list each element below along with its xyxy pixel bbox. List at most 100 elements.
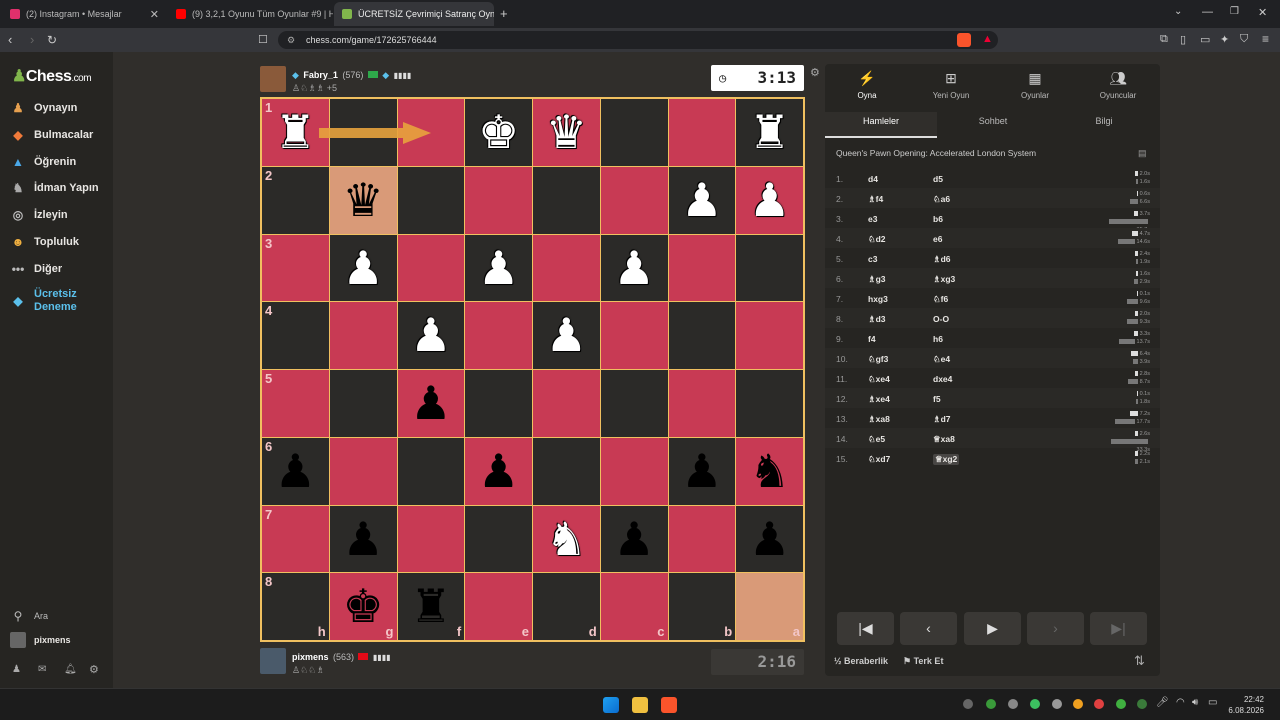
player-name[interactable]: Fabry_1 — [303, 70, 338, 80]
white-pawn[interactable]: ♟ — [614, 235, 655, 301]
system-clock[interactable]: 22:42 6.08.2026 — [1228, 694, 1264, 716]
black-pawn[interactable]: ♟ — [681, 438, 722, 504]
battery-icon[interactable]: ▭ — [1208, 697, 1217, 708]
black-move[interactable]: h6 — [933, 334, 943, 344]
forward-icon[interactable]: › — [30, 32, 34, 48]
black-move[interactable]: ♗d6 — [933, 254, 951, 265]
leo-icon[interactable]: ✦ — [1220, 33, 1229, 46]
menu-icon[interactable]: ≡ — [1262, 32, 1269, 46]
board-square[interactable] — [465, 302, 532, 369]
draw-button[interactable]: ½ Beraberlik — [834, 656, 888, 666]
board-square[interactable] — [600, 370, 668, 437]
black-move[interactable]: b6 — [933, 214, 943, 224]
board-square[interactable] — [465, 505, 532, 573]
windows-start-icon[interactable] — [603, 697, 619, 713]
board-square[interactable]: ♟ — [465, 437, 532, 505]
board-square[interactable]: ♟ — [736, 505, 803, 573]
tab-instagram[interactable]: (2) Instagram • Mesajlar ✕ — [2, 2, 167, 26]
board-square[interactable]: d — [533, 573, 600, 640]
minimize-icon[interactable]: — — [1202, 6, 1213, 18]
board-square[interactable]: ♟ — [736, 166, 803, 234]
tray-icon[interactable] — [986, 699, 996, 709]
sidebar-item-learn[interactable]: ▲ Öğrenin — [10, 154, 76, 170]
white-move[interactable]: hxg3 — [868, 294, 888, 304]
board-square[interactable] — [329, 437, 397, 505]
play-button[interactable]: ▶ — [964, 612, 1021, 645]
resign-button[interactable]: ⚑ Terk Et — [903, 656, 943, 667]
board-square[interactable]: ♟ — [600, 505, 668, 573]
board-square[interactable]: 5 — [262, 370, 329, 437]
board-square[interactable]: ♟ — [329, 234, 397, 302]
black-move[interactable]: e6 — [933, 234, 942, 244]
board-square[interactable] — [600, 166, 668, 234]
board-square[interactable]: ♞ — [736, 437, 803, 505]
tab-play[interactable]: ⚡ Oyna — [825, 70, 909, 100]
last-move-button[interactable]: ▶| — [1090, 612, 1147, 645]
board-square[interactable]: 4 — [262, 302, 329, 369]
sidebar-item-play[interactable]: ♟ Oynayın — [10, 100, 78, 116]
board-square[interactable] — [533, 234, 600, 302]
black-move[interactable]: ♘e4 — [933, 354, 950, 365]
board-square[interactable] — [397, 234, 465, 302]
friends-icon[interactable]: ♟ — [12, 664, 21, 675]
board-square[interactable] — [600, 99, 668, 166]
notifications-icon[interactable]: 🔔︎ — [64, 664, 77, 675]
board-square[interactable] — [736, 234, 803, 302]
black-pawn[interactable]: ♟ — [275, 438, 316, 504]
black-move[interactable]: ♕xg2 — [933, 454, 960, 465]
board-square[interactable]: c — [600, 573, 668, 640]
board-square[interactable] — [668, 99, 736, 166]
volume-icon[interactable]: 🔊︎ — [1192, 697, 1198, 708]
board-square[interactable]: a — [736, 573, 803, 640]
black-move[interactable]: ♗d7 — [933, 414, 951, 425]
first-move-button[interactable]: |◀ — [837, 612, 894, 645]
board-square[interactable] — [600, 437, 668, 505]
black-pawn[interactable]: ♟ — [410, 370, 451, 436]
black-knight[interactable]: ♞ — [749, 438, 790, 504]
tray-icon[interactable] — [963, 699, 973, 709]
board-square[interactable] — [533, 166, 600, 234]
sidebar-item-free-trial[interactable]: ◆ Ücretsiz Deneme — [10, 288, 100, 314]
white-queen[interactable]: ♛ — [546, 99, 587, 165]
black-move[interactable]: ♗xg3 — [933, 274, 955, 285]
board-square[interactable]: ♞ — [533, 505, 600, 573]
prev-move-button[interactable]: ‹ — [900, 612, 957, 645]
board-square[interactable]: 8h — [262, 573, 329, 640]
black-move[interactable]: f5 — [933, 394, 941, 404]
wifi-icon[interactable]: ◠ — [1176, 697, 1185, 708]
sidebar-item-puzzles[interactable]: ◆ Bulmacalar — [10, 127, 93, 143]
avatar[interactable] — [260, 66, 286, 92]
board-square[interactable]: ♟ — [533, 302, 600, 369]
black-move[interactable]: ♘a6 — [933, 194, 950, 205]
white-move[interactable]: c3 — [868, 254, 877, 264]
black-move[interactable]: ♘f6 — [933, 294, 948, 305]
tray-icon[interactable] — [1052, 699, 1062, 709]
board-square[interactable] — [465, 370, 532, 437]
sidebar-item-more[interactable]: ••• Diğer — [10, 261, 62, 277]
black-rook[interactable]: ♜ — [410, 573, 451, 639]
board-square[interactable]: 6 ♟ — [262, 437, 329, 505]
messages-icon[interactable]: ✉ — [38, 664, 46, 675]
board-square[interactable] — [736, 302, 803, 369]
black-move[interactable]: O-O — [933, 314, 949, 324]
white-knight[interactable]: ♞ — [546, 506, 587, 572]
player-name[interactable]: pixmens — [292, 652, 329, 662]
tab-info[interactable]: Bilgi — [1048, 112, 1160, 138]
white-move[interactable]: ♘xe4 — [868, 374, 890, 385]
tray-icon[interactable] — [1094, 699, 1104, 709]
tab-moves[interactable]: Hamleler — [825, 112, 937, 138]
board-square[interactable]: ♟ — [329, 505, 397, 573]
tab-games[interactable]: ▦ Oyunlar — [993, 70, 1077, 100]
rewards-icon[interactable]: ▲ — [982, 33, 993, 45]
new-tab-icon[interactable]: + — [500, 6, 508, 21]
board-square[interactable] — [465, 166, 532, 234]
white-move[interactable]: ♗f4 — [868, 194, 883, 205]
black-move[interactable]: ♕xa8 — [933, 434, 955, 445]
board-square[interactable] — [668, 370, 736, 437]
url-field[interactable]: ⚙ chess.com/game/172625766444 — [278, 31, 998, 49]
white-pawn[interactable]: ♟ — [681, 167, 722, 233]
board-square[interactable] — [329, 302, 397, 369]
white-pawn[interactable]: ♟ — [749, 167, 790, 233]
board-square[interactable]: 3 — [262, 234, 329, 302]
white-rook[interactable]: ♜ — [749, 99, 790, 165]
